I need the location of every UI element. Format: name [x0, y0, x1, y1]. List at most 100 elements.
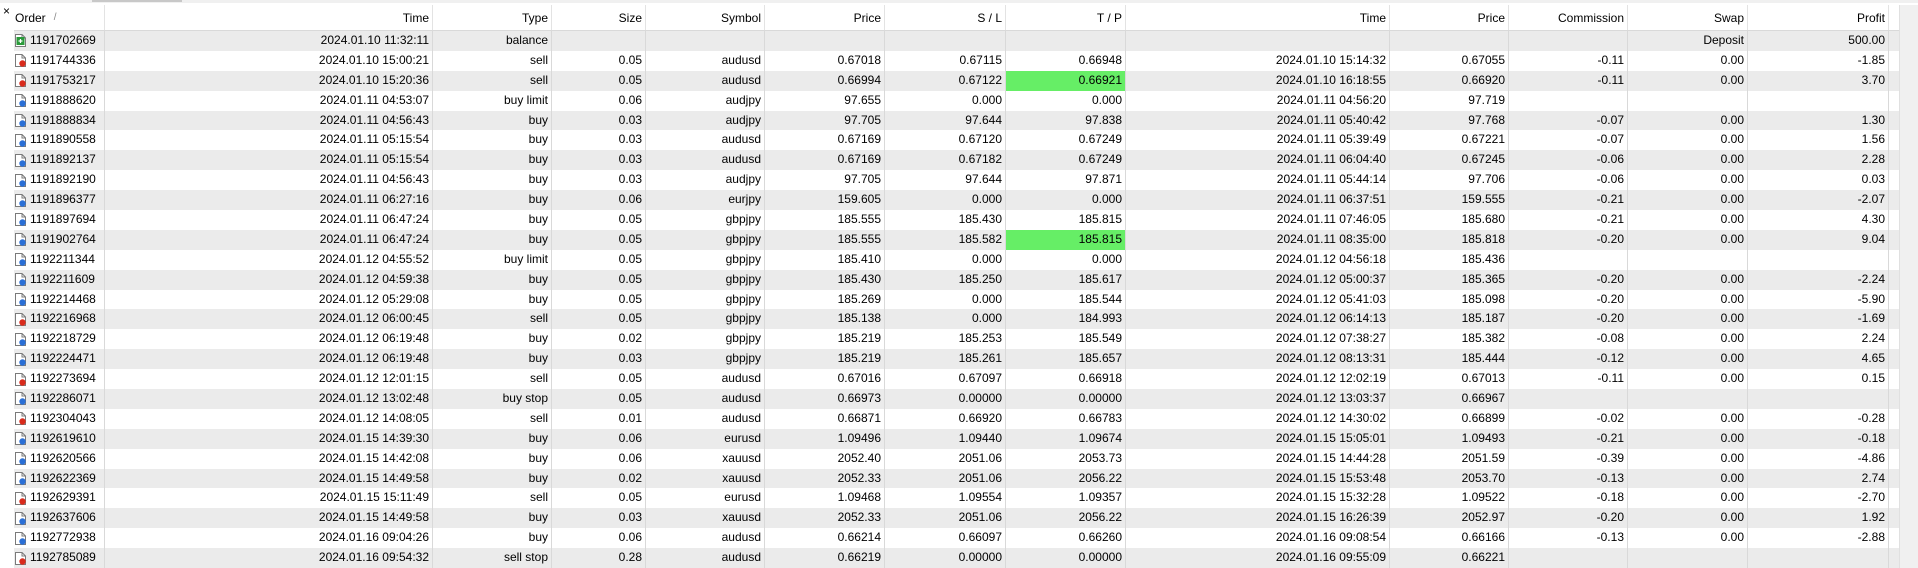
cell-symbol: eurusd: [646, 488, 765, 509]
table-row[interactable]: 1191888620 2024.01.11 04:53:07 buy limit 0.…: [14, 90, 1900, 111]
table-row[interactable]: 1192772938 2024.01.16 09:04:26 buy 0.06 audu…: [14, 528, 1900, 549]
column-header-row: Order / Time Type Size Symbol Price S / L…: [14, 5, 1900, 31]
cell-close-price: 0.67055: [1390, 50, 1509, 71]
table-row[interactable]: 1191702669 2024.01.10 11:32:11 balance Depo…: [14, 31, 1900, 51]
cell-profit: 2.28: [1748, 150, 1889, 171]
cell-time: 2024.01.12 05:29:08: [105, 289, 433, 310]
cell-symbol: audusd: [646, 408, 765, 429]
header-swap[interactable]: Swap: [1628, 5, 1748, 30]
table-row[interactable]: 1192273694 2024.01.12 12:01:15 sell 0.05 aud…: [14, 369, 1900, 390]
table-row[interactable]: 1191888834 2024.01.11 04:56:43 buy 0.03 audj…: [14, 110, 1900, 131]
table-row[interactable]: 1192216968 2024.01.12 06:00:45 sell 0.05 gbp…: [14, 309, 1900, 330]
table-row[interactable]: 1191892137 2024.01.11 05:15:54 buy 0.03 audu…: [14, 150, 1900, 171]
cell-commission: -0.39: [1509, 448, 1628, 469]
sell-order-icon: [15, 491, 26, 505]
tab-indicator[interactable]: [92, 0, 182, 2]
cell-order: 1192211344: [14, 249, 105, 270]
cell-time: 2024.01.12 06:19:48: [105, 349, 433, 370]
table-row[interactable]: 1192218729 2024.01.12 06:19:48 buy 0.02 gbpj…: [14, 329, 1900, 350]
buy-order-icon: [15, 392, 26, 406]
vertical-scrollbar[interactable]: [1899, 5, 1918, 568]
cell-tp: 2056.22: [1006, 468, 1126, 489]
header-size[interactable]: Size: [552, 5, 646, 30]
cell-swap: 0.00: [1628, 488, 1748, 509]
cell-tp: 185.815: [1006, 229, 1126, 250]
table-row[interactable]: 1192211344 2024.01.12 04:55:52 buy limit 0.…: [14, 249, 1900, 270]
cell-profit: [1748, 389, 1889, 409]
cell-close-time: 2024.01.11 04:56:20: [1126, 90, 1390, 111]
table-row[interactable]: 1192619610 2024.01.15 14:39:30 buy 0.06 euru…: [14, 428, 1900, 449]
cell-sl: 0.000: [885, 190, 1006, 211]
table-row[interactable]: 1192622369 2024.01.15 14:49:58 buy 0.02 xauu…: [14, 468, 1900, 489]
header-close-price[interactable]: Price: [1390, 5, 1509, 30]
buy-order-icon: [15, 213, 26, 227]
close-icon[interactable]: ×: [0, 2, 13, 20]
cell-commission: -0.21: [1509, 428, 1628, 449]
cell-type: sell stop: [433, 548, 552, 568]
cell-close-time: 2024.01.12 14:30:02: [1126, 408, 1390, 429]
sort-indicator-icon: /: [53, 11, 57, 23]
cell-price: 0.67016: [765, 369, 885, 390]
cell-sl: 0.67122: [885, 70, 1006, 91]
cell-tp: 2053.73: [1006, 448, 1126, 469]
cell-commission: [1509, 31, 1628, 51]
header-type[interactable]: Type: [433, 5, 552, 30]
cell-commission: -0.20: [1509, 309, 1628, 330]
header-profit[interactable]: Profit: [1748, 5, 1889, 30]
header-close-time[interactable]: Time: [1126, 5, 1390, 30]
cell-sl: 185.582: [885, 229, 1006, 250]
table-row[interactable]: 1191892190 2024.01.11 04:56:43 buy 0.03 audj…: [14, 170, 1900, 191]
cell-close-price: 185.365: [1390, 269, 1509, 290]
table-row[interactable]: 1191896377 2024.01.11 06:27:16 buy 0.06 eurj…: [14, 190, 1900, 211]
header-symbol[interactable]: Symbol: [646, 5, 765, 30]
header-commission[interactable]: Commission: [1509, 5, 1628, 30]
header-tp[interactable]: T / P: [1006, 5, 1126, 30]
cell-price: 97.705: [765, 110, 885, 131]
header-order[interactable]: Order /: [14, 5, 105, 30]
buy-order-icon: [15, 531, 26, 545]
cell-symbol: eurjpy: [646, 190, 765, 211]
table-row[interactable]: 1192785089 2024.01.16 09:54:32 sell stop 0.…: [14, 548, 1900, 568]
header-price[interactable]: Price: [765, 5, 885, 30]
cell-swap: 0.00: [1628, 309, 1748, 330]
cell-close-price: 185.098: [1390, 289, 1509, 310]
cell-profit: 3.70: [1748, 70, 1889, 91]
header-sl[interactable]: S / L: [885, 5, 1006, 30]
cell-profit: 1.56: [1748, 130, 1889, 151]
cell-order: 1191702669: [14, 31, 105, 51]
cell-sl: 0.67115: [885, 50, 1006, 71]
header-time[interactable]: Time: [105, 5, 433, 30]
cell-symbol: audusd: [646, 150, 765, 171]
table-row[interactable]: 1191753217 2024.01.10 15:20:36 sell 0.05 aud…: [14, 70, 1900, 91]
table-row[interactable]: 1192620566 2024.01.15 14:42:08 buy 0.06 xauu…: [14, 448, 1900, 469]
buy-order-icon: [15, 133, 26, 147]
table-row[interactable]: 1192629391 2024.01.15 15:11:49 sell 0.05 eur…: [14, 488, 1900, 509]
cell-symbol: audusd: [646, 369, 765, 390]
cell-close-time: 2024.01.12 07:38:27: [1126, 329, 1390, 350]
cell-size: 0.03: [552, 170, 646, 191]
cell-time: 2024.01.11 04:56:43: [105, 170, 433, 191]
table-row[interactable]: 1192637606 2024.01.15 14:49:58 buy 0.03 xauu…: [14, 508, 1900, 529]
table-row[interactable]: 1192211609 2024.01.12 04:59:38 buy 0.05 gbpj…: [14, 269, 1900, 290]
cell-sl: 0.000: [885, 289, 1006, 310]
cell-close-price: 0.66920: [1390, 70, 1509, 91]
sell-order-icon: [15, 372, 26, 386]
cell-symbol: audjpy: [646, 110, 765, 131]
cell-size: 0.03: [552, 150, 646, 171]
cell-swap: 0.00: [1628, 528, 1748, 549]
table-row[interactable]: 1192286071 2024.01.12 13:02:48 buy stop 0.0…: [14, 389, 1900, 409]
cell-type: sell: [433, 488, 552, 509]
cell-commission: -0.20: [1509, 229, 1628, 250]
table-row[interactable]: 1191744336 2024.01.10 15:00:21 sell 0.05 aud…: [14, 50, 1900, 71]
cell-commission: -0.11: [1509, 70, 1628, 91]
cell-size: 0.03: [552, 130, 646, 151]
table-row[interactable]: 1191902764 2024.01.11 06:47:24 buy 0.05 gbpj…: [14, 229, 1900, 250]
table-row[interactable]: 1192214468 2024.01.12 05:29:08 buy 0.05 gbpj…: [14, 289, 1900, 310]
cell-symbol: xauusd: [646, 448, 765, 469]
table-row[interactable]: 1191890558 2024.01.11 05:15:54 buy 0.03 audu…: [14, 130, 1900, 151]
table-row[interactable]: 1191897694 2024.01.11 06:47:24 buy 0.05 gbpj…: [14, 210, 1900, 230]
table-row[interactable]: 1192304043 2024.01.12 14:08:05 sell 0.01 aud…: [14, 408, 1900, 429]
cell-symbol: gbpjpy: [646, 210, 765, 230]
table-row[interactable]: 1192224471 2024.01.12 06:19:48 buy 0.03 gbpj…: [14, 349, 1900, 370]
cell-close-time: 2024.01.10 16:18:55: [1126, 70, 1390, 91]
